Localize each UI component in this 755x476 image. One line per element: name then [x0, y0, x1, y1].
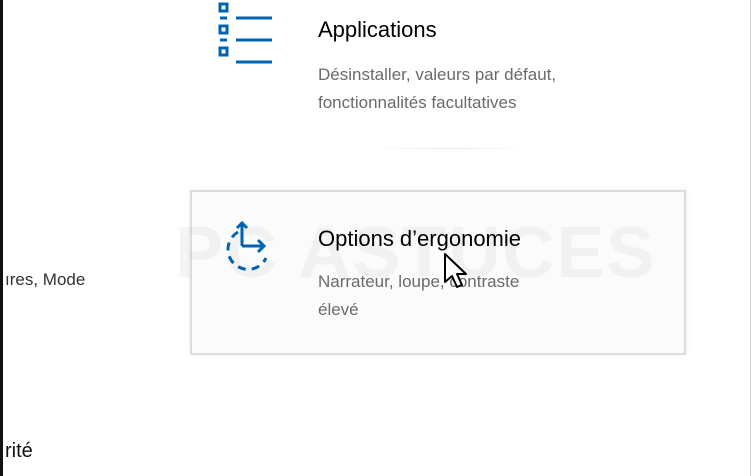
left-category-title[interactable]: rité: [5, 440, 33, 463]
apps-list-icon[interactable]: [214, 0, 276, 66]
ease-of-access-title[interactable]: Options d’ergonomie: [318, 226, 521, 252]
ease-desc-line1: Narrateur, loupe, contraste: [318, 272, 520, 291]
applications-desc-line2: fonctionnalités facultatives: [318, 93, 517, 112]
applications-title[interactable]: Applications: [318, 17, 437, 43]
ease-desc-line2: élevé: [318, 300, 359, 319]
applications-description: Désinstaller, valeurs par défaut, foncti…: [318, 61, 678, 117]
window-right-edge: [750, 0, 755, 476]
arrow-cursor-icon: [444, 253, 467, 288]
divider: [370, 148, 530, 149]
ease-of-access-icon[interactable]: [214, 218, 278, 282]
left-category-text[interactable]: ıres, Mode: [5, 270, 85, 290]
window-left-edge: [0, 0, 3, 476]
applications-desc-line1: Désinstaller, valeurs par défaut,: [318, 65, 557, 84]
ease-of-access-description: Narrateur, loupe, contraste élevé: [318, 268, 638, 324]
